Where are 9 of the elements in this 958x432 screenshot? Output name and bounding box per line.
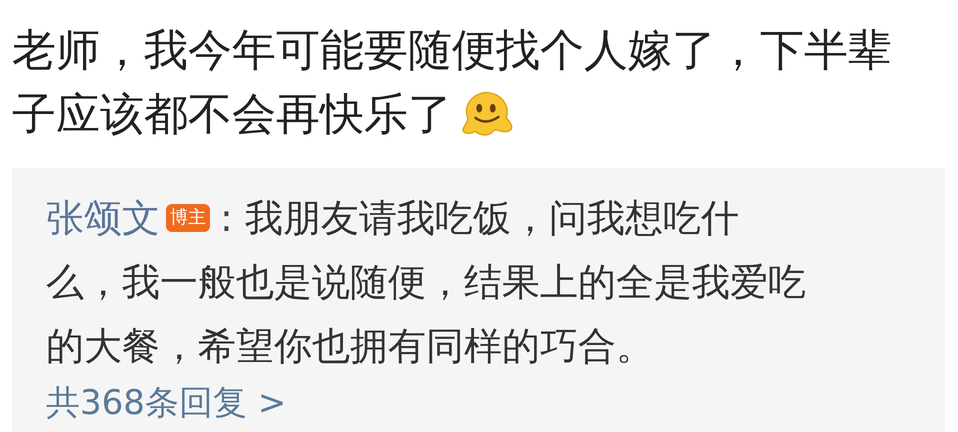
author-name[interactable]: 张颂文 — [46, 192, 160, 244]
reply-text: 么，我一般也是说随便，结果上的全是我爱吃 — [46, 258, 806, 306]
view-replies-link[interactable]: 共368条回复 > — [46, 380, 286, 426]
separator: : — [220, 196, 233, 240]
comment-text: 子应该都不会再快乐了 — [12, 88, 452, 142]
reply-text: 的大餐，希望你也拥有同样的巧合。 — [46, 322, 654, 370]
reply-text: 我朋友请我吃饭，问我想吃什 — [244, 194, 739, 242]
comment-text: 老师，我今年可能要随便找个人嫁了，下半辈 — [12, 24, 892, 78]
author-badge: 博主 — [166, 204, 210, 232]
